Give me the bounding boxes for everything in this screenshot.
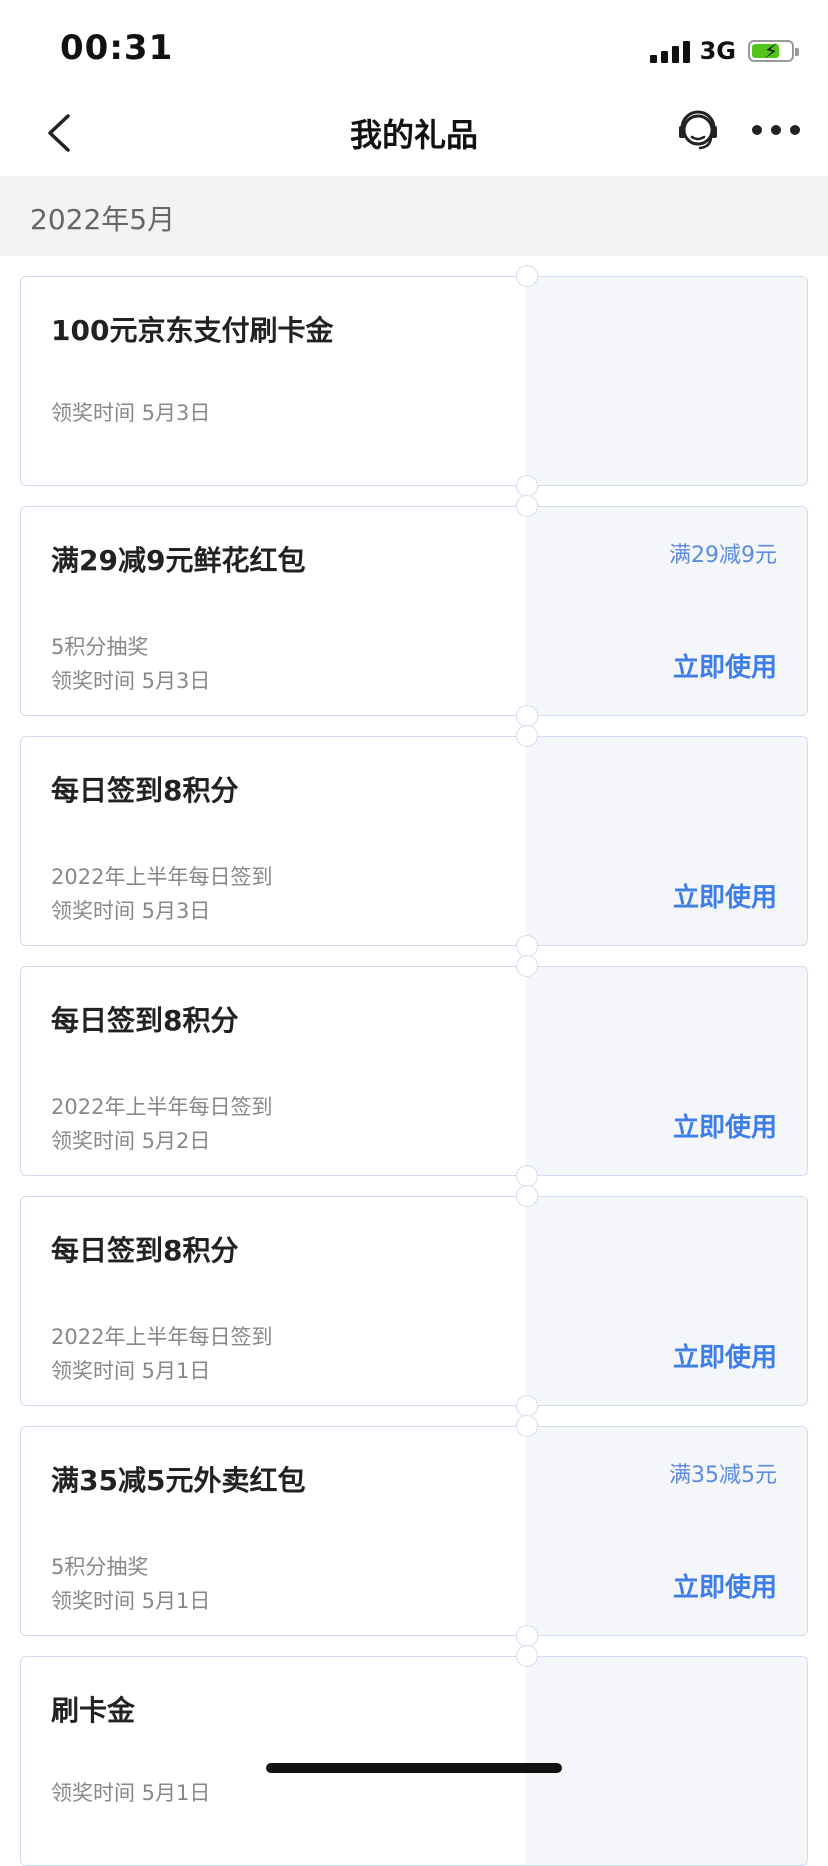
- reward-time: 领奖时间 5月1日: [51, 1589, 211, 1613]
- use-now-button[interactable]: 立即使用: [673, 1567, 777, 1604]
- month-header: 2022年5月: [0, 176, 828, 256]
- more-dot-icon: [752, 125, 762, 135]
- reward-subtitle: 2022年上半年每日签到: [51, 1095, 273, 1119]
- battery-icon: ⚡: [748, 39, 799, 63]
- reward-title: 满29减9元鲜花红包: [51, 544, 306, 577]
- use-now-button[interactable]: 立即使用: [673, 1107, 777, 1144]
- reward-title: 每日签到8积分: [51, 774, 239, 807]
- reward-title: 每日签到8积分: [51, 1234, 239, 1267]
- reward-title: 100元京东支付刷卡金: [51, 314, 334, 347]
- reward-card[interactable]: 满35减5元外卖红包 满35减5元 5积分抽奖 领奖时间 5月1日 立即使用: [20, 1415, 808, 1647]
- reward-time: 领奖时间 5月3日: [51, 401, 211, 425]
- status-time: 00:31: [60, 28, 174, 68]
- use-now-button[interactable]: 立即使用: [673, 1337, 777, 1374]
- customer-service-button[interactable]: [672, 104, 724, 156]
- status-bar: 00:31 3G ⚡: [0, 0, 828, 90]
- month-label: 2022年5月: [30, 203, 176, 236]
- reward-time: 领奖时间 5月3日: [51, 669, 211, 693]
- reward-card[interactable]: 满29减9元鲜花红包 满29减9元 5积分抽奖 领奖时间 5月3日 立即使用: [20, 495, 808, 727]
- use-now-button[interactable]: 立即使用: [673, 647, 777, 684]
- nav-bar: 我的礼品: [0, 90, 828, 176]
- reward-card[interactable]: 每日签到8积分 2022年上半年每日签到 领奖时间 5月3日 立即使用: [20, 725, 808, 957]
- use-now-button[interactable]: 立即使用: [673, 877, 777, 914]
- headset-icon: [679, 110, 717, 150]
- reward-time: 领奖时间 5月1日: [51, 1781, 211, 1805]
- reward-subtitle: 5积分抽奖: [51, 1555, 149, 1579]
- reward-badge: 满35减5元: [669, 1463, 777, 1488]
- signal-icon: [649, 39, 690, 63]
- reward-title: 满35减5元外卖红包: [51, 1464, 306, 1497]
- status-indicators: 3G ⚡: [649, 36, 799, 66]
- reward-card[interactable]: 每日签到8积分 2022年上半年每日签到 领奖时间 5月2日 立即使用: [20, 955, 808, 1187]
- reward-subtitle: 2022年上半年每日签到: [51, 1325, 273, 1349]
- reward-card[interactable]: 刷卡金 领奖时间 5月1日: [20, 1645, 808, 1866]
- reward-badge: 满29减9元: [669, 543, 777, 568]
- reward-title: 每日签到8积分: [51, 1004, 239, 1037]
- reward-subtitle: 2022年上半年每日签到: [51, 865, 273, 889]
- charging-bolt-icon: ⚡: [763, 39, 779, 63]
- reward-time: 领奖时间 5月3日: [51, 899, 211, 923]
- reward-card[interactable]: 100元京东支付刷卡金 领奖时间 5月3日: [20, 265, 808, 497]
- reward-title: 刷卡金: [51, 1694, 136, 1727]
- reward-time: 领奖时间 5月1日: [51, 1359, 211, 1383]
- reward-card[interactable]: 每日签到8积分 2022年上半年每日签到 领奖时间 5月1日 立即使用: [20, 1185, 808, 1417]
- more-options-button[interactable]: [752, 120, 800, 140]
- reward-time: 领奖时间 5月2日: [51, 1129, 211, 1153]
- network-type: 3G: [699, 37, 736, 65]
- home-indicator[interactable]: [266, 1763, 562, 1773]
- reward-subtitle: 5积分抽奖: [51, 635, 149, 659]
